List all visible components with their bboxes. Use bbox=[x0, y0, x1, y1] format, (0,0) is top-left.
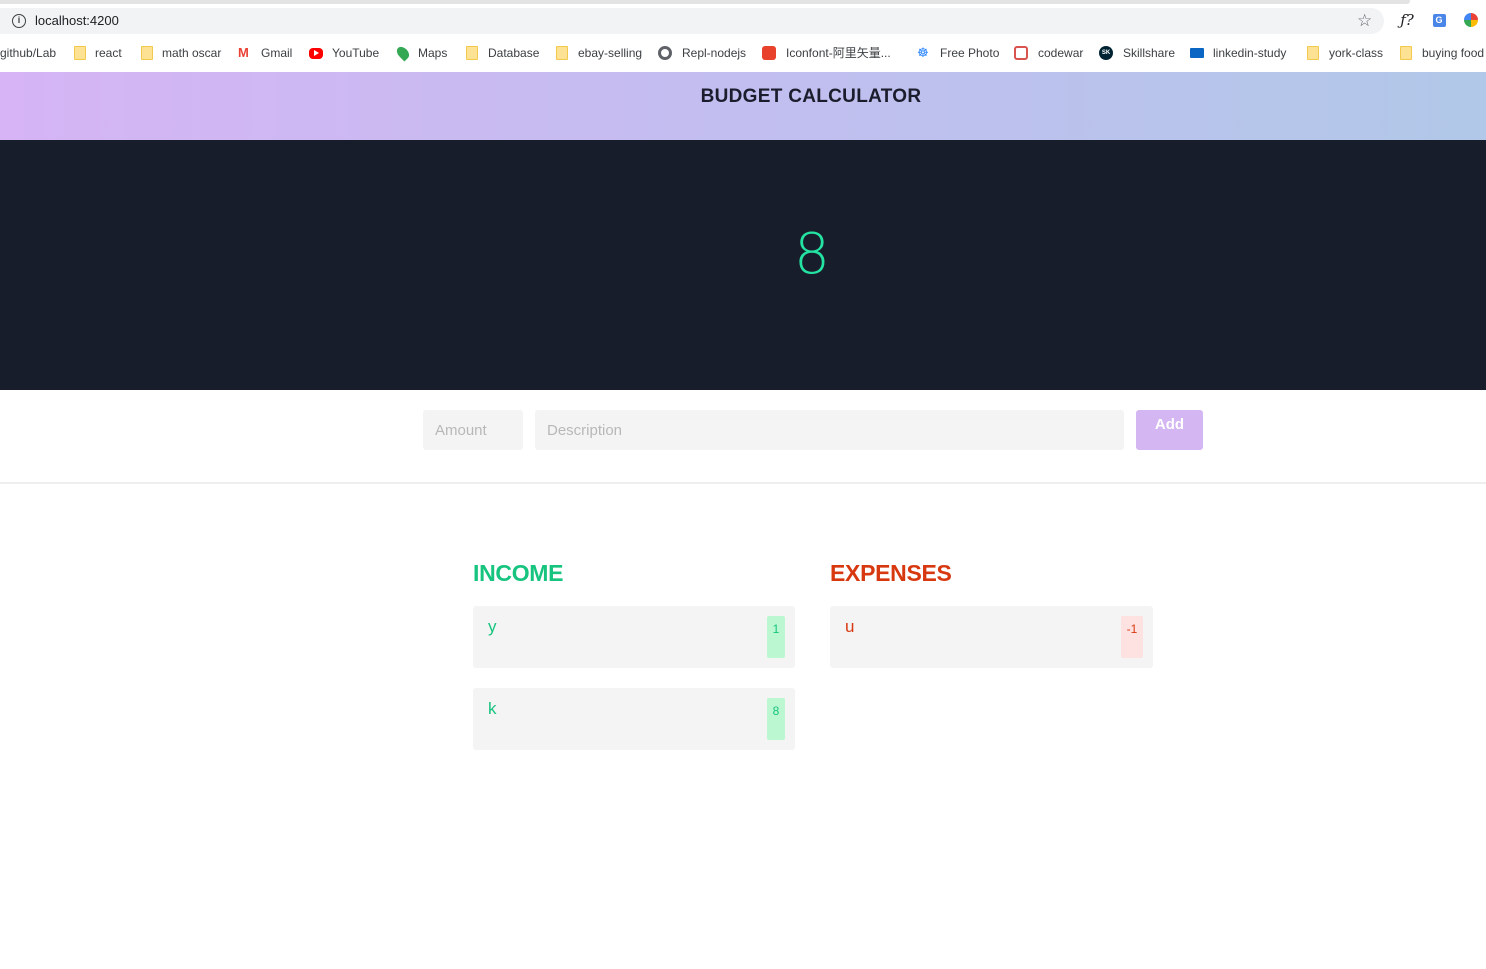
bookmarks-bar: github/Lab react math oscar M Gmail YouT… bbox=[0, 40, 1486, 66]
color-wheel-icon bbox=[1464, 13, 1478, 27]
divider bbox=[0, 482, 1486, 484]
linkedin-learning-icon bbox=[1190, 48, 1204, 58]
income-item-description: k bbox=[488, 699, 497, 718]
bookmark-york-class[interactable]: york-class bbox=[1329, 45, 1383, 61]
translate-extension-icon[interactable]: G bbox=[1430, 11, 1448, 29]
bookmark-react[interactable]: react bbox=[95, 45, 122, 61]
amount-input[interactable] bbox=[423, 410, 523, 450]
bookmark-iconfont[interactable]: Iconfont-阿里矢量... bbox=[786, 45, 891, 61]
expenses-title: EXPENSES bbox=[830, 560, 952, 586]
bookmark-math-oscar[interactable]: math oscar bbox=[162, 45, 221, 61]
bookmark-star-icon[interactable]: ☆ bbox=[1357, 11, 1372, 31]
bookmark-database[interactable]: Database bbox=[488, 45, 539, 61]
maps-icon bbox=[394, 44, 412, 62]
free-photo-icon: ☸ bbox=[917, 45, 929, 60]
bookmark-free-photo[interactable]: Free Photo bbox=[940, 45, 999, 61]
translate-extension-label: G bbox=[1432, 13, 1446, 27]
expense-item-amount: -1 bbox=[1121, 616, 1143, 658]
bookmark-codewar[interactable]: codewar bbox=[1038, 45, 1083, 61]
folder-icon bbox=[466, 46, 478, 60]
color-picker-extension-icon[interactable] bbox=[1462, 11, 1480, 29]
income-item-amount: 1 bbox=[767, 616, 785, 658]
info-icon[interactable]: i bbox=[12, 14, 26, 28]
folder-icon bbox=[74, 46, 86, 60]
folder-icon bbox=[141, 46, 153, 60]
bookmark-linkedin-study[interactable]: linkedin-study bbox=[1213, 45, 1286, 61]
folder-icon bbox=[556, 46, 568, 60]
bookmark-github-lab[interactable]: github/Lab bbox=[0, 45, 56, 61]
expense-item[interactable]: u -1 bbox=[830, 606, 1153, 668]
description-input[interactable] bbox=[535, 410, 1124, 450]
income-item[interactable]: y 1 bbox=[473, 606, 795, 668]
bookmark-gmail[interactable]: Gmail bbox=[261, 45, 292, 61]
income-item-amount: 8 bbox=[767, 698, 785, 740]
repl-icon bbox=[658, 46, 672, 60]
bookmark-maps[interactable]: Maps bbox=[418, 45, 447, 61]
income-item-description: y bbox=[488, 617, 497, 636]
bookmark-youtube[interactable]: YouTube bbox=[332, 45, 379, 61]
income-title: INCOME bbox=[473, 560, 564, 586]
page-title: BUDGET CALCULATOR bbox=[700, 86, 922, 107]
total-balance: 8 bbox=[794, 222, 830, 287]
bookmark-skillshare[interactable]: Skillshare bbox=[1123, 45, 1175, 61]
skillshare-icon: SK bbox=[1099, 46, 1113, 60]
address-bar[interactable]: i localhost:4200 ☆ bbox=[0, 8, 1384, 34]
tab-strip-edge bbox=[0, 0, 1410, 4]
folder-icon bbox=[1307, 46, 1319, 60]
codewars-icon bbox=[1014, 46, 1028, 60]
bookmark-repl-nodejs[interactable]: Repl-nodejs bbox=[682, 45, 746, 61]
folder-icon bbox=[1400, 46, 1412, 60]
add-button[interactable]: Add bbox=[1136, 410, 1203, 450]
income-item[interactable]: k 8 bbox=[473, 688, 795, 750]
formula-extension-icon[interactable]: ƒ? bbox=[1398, 11, 1416, 29]
gmail-icon: M bbox=[238, 45, 249, 60]
bookmark-ebay-selling[interactable]: ebay-selling bbox=[578, 45, 642, 61]
expense-item-description: u bbox=[845, 617, 855, 636]
youtube-icon bbox=[309, 48, 323, 59]
iconfont-icon bbox=[762, 46, 776, 60]
bookmark-buying-food[interactable]: buying food bbox=[1422, 45, 1484, 61]
url-text[interactable]: localhost:4200 bbox=[35, 13, 119, 28]
